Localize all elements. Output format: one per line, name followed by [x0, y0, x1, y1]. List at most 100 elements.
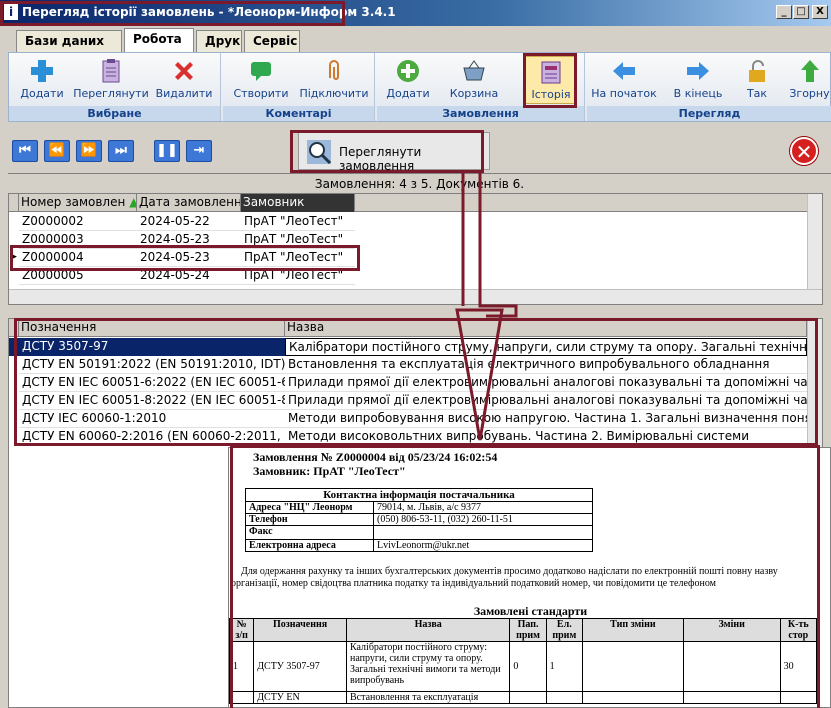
- order-row[interactable]: Z0000005 2024-05-24 ПрАТ "ЛеоТест": [9, 267, 809, 285]
- document-row-selected[interactable]: ДСТУ 3507-97 Калібратори постійного стру…: [9, 338, 807, 356]
- report-customer-line: Замовник: ПрАТ "ЛеоТест": [253, 464, 406, 478]
- arrow-right-icon: [687, 62, 709, 80]
- delete-x-icon: [175, 62, 193, 80]
- current-row-arrow-icon: ▶: [10, 252, 17, 262]
- document-title: Методи випробовування високою напругою. …: [285, 410, 807, 428]
- order-number: Z0000004: [19, 249, 137, 267]
- last-record-button[interactable]: ⏭: [108, 140, 134, 162]
- favorites-view-button[interactable]: Переглянути: [73, 56, 149, 104]
- std-cell: ДСТУ EN: [253, 691, 347, 704]
- std-cell: [228, 691, 255, 704]
- row-indicator-header: [9, 319, 19, 337]
- document-title: Калібратори постійного струму, напруги, …: [285, 338, 807, 356]
- contact-value: 79014, м. Львів, а/с 9377: [373, 501, 593, 514]
- std-col-header: Ел. прим: [545, 618, 583, 642]
- tab-databases[interactable]: Бази даних (БД): [16, 30, 122, 68]
- group-view-title: Перегляд: [587, 106, 831, 121]
- first-record-button[interactable]: ⏮: [12, 140, 38, 162]
- arrow-left-icon: [613, 62, 635, 80]
- contact-label: Електронна адреса: [245, 539, 374, 552]
- maximize-button[interactable]: □: [793, 5, 809, 19]
- go-start-button[interactable]: На початок: [589, 56, 659, 104]
- document-row[interactable]: ДСТУ IEC 60060-1:2010 Методи випробовува…: [9, 410, 807, 428]
- group-orders: Додати Корзина Історія Замовлення: [377, 53, 585, 121]
- yes-label: Так: [746, 87, 768, 100]
- std-col-header: № з/п: [228, 618, 255, 642]
- go-end-button[interactable]: В кінець: [667, 56, 729, 104]
- close-view-button[interactable]: ✕: [790, 137, 818, 165]
- document-row[interactable]: ДСТУ EN 50191:2022 (EN 50191:2010, IDT) …: [9, 356, 807, 374]
- document-row[interactable]: ДСТУ EN 60060-2:2016 (EN 60060-2:2011, I…: [9, 428, 807, 446]
- document-designation: ДСТУ EN IEC 60051-8:2022 (EN IEC 60051-8…: [19, 392, 285, 410]
- standards-table: № з/п Позначення Назва Пап. прим Ел. при…: [228, 618, 818, 704]
- contact-label: Адреса "НЦ" Леонорм: [245, 501, 374, 514]
- history-label: Історія: [531, 88, 571, 101]
- tab-service[interactable]: Сервіс: [244, 30, 300, 52]
- order-number: Z0000003: [19, 231, 137, 249]
- order-add-button[interactable]: Додати: [383, 56, 433, 104]
- close-circle-icon: ✕: [795, 140, 813, 164]
- cart-button[interactable]: Корзина: [443, 56, 505, 104]
- title-header[interactable]: Назва: [285, 319, 807, 337]
- order-number-header[interactable]: Номер замовлен ▲: [19, 194, 137, 212]
- close-window-button[interactable]: X: [812, 5, 828, 19]
- std-col-header: Зміни: [682, 618, 781, 642]
- previous-record-button[interactable]: ⏪: [44, 140, 70, 162]
- orders-header: Номер замовлен ▲ Дата замовлення Замовни…: [9, 194, 822, 212]
- order-date-header[interactable]: Дата замовлення: [137, 194, 241, 212]
- order-customer: ПрАТ "ЛеоТест": [241, 249, 355, 267]
- group-comments: Створити Підключити Коментарі: [223, 53, 375, 121]
- order-number: Z0000002: [19, 213, 137, 231]
- order-customer: ПрАТ "ЛеоТест": [241, 213, 355, 231]
- step-forward-button[interactable]: ⇥: [186, 140, 212, 162]
- pause-button[interactable]: ❚❚: [154, 140, 180, 162]
- contact-label: Факс: [245, 525, 374, 540]
- go-start-label: На початок: [591, 87, 657, 100]
- orders-horizontal-scrollbar[interactable]: [9, 289, 822, 304]
- customer-header[interactable]: Замовник: [241, 194, 355, 212]
- favorites-add-button[interactable]: Додати: [15, 56, 69, 104]
- tab-print[interactable]: Друк: [196, 30, 242, 52]
- contact-value: LvivLeonorm@ukr.net: [373, 539, 593, 552]
- std-cell: 30: [779, 641, 818, 692]
- history-document-icon: [541, 61, 561, 84]
- speech-bubble-icon: [251, 62, 271, 81]
- std-col-header: К-ть стор: [779, 618, 818, 642]
- favorites-delete-button[interactable]: Видалити: [155, 56, 213, 104]
- history-button[interactable]: Історія: [525, 56, 577, 104]
- view-order-button[interactable]: Переглянути замовлення: [298, 132, 490, 173]
- order-date: 2024-05-22: [137, 213, 241, 231]
- orders-vertical-scrollbar[interactable]: [807, 194, 822, 289]
- std-col-header: Тип зміни: [581, 618, 684, 642]
- contact-table-title: Контактна інформація постачальника: [245, 488, 593, 502]
- ribbon: Додати Переглянути Видалити Вибране Ство…: [8, 52, 831, 122]
- order-row[interactable]: Z0000003 2024-05-23 ПрАТ "ЛеоТест": [9, 231, 809, 249]
- documents-header: Позначення Назва: [9, 319, 822, 337]
- next-record-button[interactable]: ⏩: [76, 140, 102, 162]
- contact-value: [373, 525, 593, 540]
- order-row-selected[interactable]: ▶ Z0000004 2024-05-23 ПрАТ "ЛеоТест": [9, 249, 809, 267]
- designation-header[interactable]: Позначення: [19, 319, 285, 337]
- comment-create-button[interactable]: Створити: [229, 56, 293, 104]
- tab-work[interactable]: Робота: [124, 28, 194, 53]
- std-cell: [545, 691, 583, 704]
- comment-attach-label: Підключити: [299, 87, 369, 100]
- order-row[interactable]: Z0000002 2024-05-22 ПрАТ "ЛеоТест": [9, 213, 809, 231]
- title-bar: i Перегляд історії замовлень - *Леонорм-…: [0, 0, 831, 26]
- order-date: 2024-05-23: [137, 249, 241, 267]
- group-orders-title: Замовлення: [377, 106, 584, 121]
- std-cell: [509, 691, 547, 704]
- minimize-button[interactable]: _: [776, 5, 792, 19]
- std-cell: ДСТУ 3507-97: [253, 641, 347, 692]
- document-row[interactable]: ДСТУ EN IEC 60051-6:2022 (EN IEC 60051-6…: [9, 374, 807, 392]
- document-row[interactable]: ДСТУ EN IEC 60051-8:2022 (EN IEC 60051-8…: [9, 392, 807, 410]
- pause-icon: ❚❚: [156, 143, 178, 158]
- std-cell: [682, 641, 781, 692]
- yes-button[interactable]: Так: [739, 56, 775, 104]
- favorites-view-label: Переглянути: [73, 87, 149, 100]
- document-title: Прилади прямої дії електровимірювальні а…: [285, 374, 807, 392]
- document-designation: ДСТУ EN 50191:2022 (EN 50191:2010, IDT): [19, 356, 285, 374]
- comment-attach-button[interactable]: Підключити: [299, 56, 369, 104]
- arrow-up-icon: [800, 60, 819, 82]
- collapse-button[interactable]: Згорну: [787, 56, 831, 104]
